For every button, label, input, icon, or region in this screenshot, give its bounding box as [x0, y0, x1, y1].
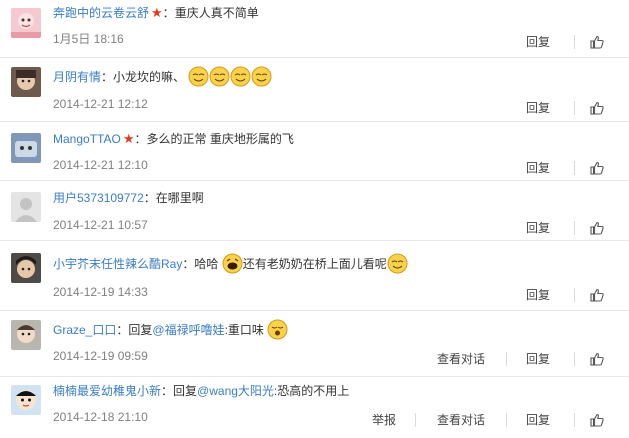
thumbs-up-icon[interactable] [590, 161, 604, 175]
reply-button[interactable]: 回复 [526, 220, 550, 236]
report-button[interactable]: 举报 [372, 412, 396, 428]
reply-prefix: 回复 [173, 384, 198, 398]
avatar[interactable] [11, 320, 41, 350]
comment-text: 多么的正常 重庆地形属的飞 [146, 132, 294, 146]
comment-text: 哈哈 [194, 257, 219, 271]
avatar[interactable] [11, 192, 41, 222]
reply-button[interactable]: 回复 [526, 412, 550, 428]
divider [574, 352, 575, 366]
comment-item: 小宇芥末任性辣么酷Ray：哈哈 还有老奶奶在桥上面儿看呢 2014-12-19 … [0, 241, 629, 311]
comment-text: 在哪里啊 [155, 191, 204, 205]
thumbs-up-icon[interactable] [590, 35, 604, 49]
colon: ： [162, 6, 175, 20]
laughing-emoji-icon [222, 253, 243, 274]
comment-item: 楠楠最爱幼稚鬼小新：回复@wang大阳光:恐高的不用上 2014-12-18 2… [0, 377, 629, 438]
colon: ： [182, 257, 195, 271]
thumbs-up-icon[interactable] [590, 413, 604, 427]
view-conversation-button[interactable]: 查看对话 [437, 412, 485, 428]
view-conversation-button[interactable]: 查看对话 [437, 351, 485, 367]
mention-link[interactable]: @wang大阳光 [197, 384, 274, 398]
username-link[interactable]: 小宇芥末任性辣么酷Ray [53, 257, 182, 271]
mention-link[interactable]: @福禄呼噜娃 [152, 323, 224, 337]
divider [574, 413, 575, 427]
comment-text: :恐高的不用上 [273, 384, 350, 398]
comment-line: 月阴有情：小龙坎的嘛、 [53, 66, 272, 87]
divider [506, 352, 507, 366]
username-link[interactable]: 用户5373109772 [53, 191, 144, 205]
divider [506, 413, 507, 427]
comment-item: 奔跑中的云卷云舒 ★：重庆人真不简单 1月5日 18:16 回复 [0, 0, 629, 58]
thumbs-up-icon[interactable] [590, 101, 604, 115]
reply-prefix: 回复 [128, 323, 153, 337]
username-link[interactable]: MangoTTAO [53, 132, 121, 146]
avatar[interactable] [11, 133, 41, 163]
smiley-emoji-icon [251, 66, 272, 87]
avatar[interactable] [11, 253, 41, 283]
red-star-icon: ★ [122, 131, 135, 146]
comment-text: 小龙坎的嘛、 [113, 70, 186, 84]
comment-date: 2014-12-21 10:57 [53, 218, 148, 232]
username-link[interactable]: 奔跑中的云卷云舒 [53, 6, 149, 20]
username-link[interactable]: 月阴有情 [53, 70, 101, 84]
reply-button[interactable]: 回复 [526, 160, 550, 176]
thumbs-up-icon[interactable] [590, 288, 604, 302]
colon: ： [161, 384, 174, 398]
username-link[interactable]: 楠楠最爱幼稚鬼小新 [53, 384, 161, 398]
comment-item: 月阴有情：小龙坎的嘛、 2014-12-21 12:12 回复 [0, 58, 629, 122]
comment-line: Graze_口口：回复@福禄呼噜娃:重口味 [53, 319, 288, 340]
thumbs-up-icon[interactable] [590, 221, 604, 235]
comment-date: 2014-12-21 12:12 [53, 97, 148, 111]
divider [574, 101, 575, 115]
comment-date: 2014-12-18 21:10 [53, 410, 148, 424]
comment-line: 用户5373109772：在哪里啊 [53, 189, 204, 207]
thumbs-up-icon[interactable] [590, 352, 604, 366]
smiley-emoji-icon [188, 66, 209, 87]
comment-date: 1月5日 18:16 [53, 32, 124, 46]
colon: ： [134, 132, 147, 146]
comment-text: 重庆人真不简单 [174, 6, 259, 20]
divider [415, 413, 416, 427]
red-star-icon: ★ [151, 5, 163, 20]
comment-text: 还有老奶奶在桥上面儿看呢 [242, 257, 387, 271]
comment-date: 2014-12-19 14:33 [53, 285, 148, 299]
comment-date: 2014-12-21 12:10 [53, 158, 148, 172]
comment-text: :重口味 [224, 323, 264, 337]
comment-line: 楠楠最爱幼稚鬼小新：回复@wang大阳光:恐高的不用上 [53, 382, 349, 400]
avatar[interactable] [11, 8, 41, 38]
yawning-emoji-icon [267, 319, 288, 340]
colon: ： [101, 70, 114, 84]
divider [574, 221, 575, 235]
username-link[interactable]: Graze_口口 [53, 323, 116, 337]
reply-button[interactable]: 回复 [526, 287, 550, 303]
divider [574, 161, 575, 175]
comment-date: 2014-12-19 09:59 [53, 349, 148, 363]
comment-line: MangoTTAO ★：多么的正常 重庆地形属的飞 [53, 130, 294, 148]
comment-item: 用户5373109772：在哪里啊 2014-12-21 10:57 回复 [0, 181, 629, 241]
reply-button[interactable]: 回复 [526, 34, 550, 50]
comment-item: Graze_口口：回复@福禄呼噜娃:重口味 2014-12-19 09:59 查… [0, 311, 629, 377]
colon: ： [143, 191, 156, 205]
avatar[interactable] [11, 385, 41, 415]
comment-item: MangoTTAO ★：多么的正常 重庆地形属的飞 2014-12-21 12:1… [0, 122, 629, 181]
smiley-emoji-icon [387, 253, 408, 274]
comment-line: 小宇芥末任性辣么酷Ray：哈哈 还有老奶奶在桥上面儿看呢 [53, 253, 408, 274]
comment-line: 奔跑中的云卷云舒 ★：重庆人真不简单 [53, 4, 259, 22]
divider [574, 35, 575, 49]
divider [574, 288, 575, 302]
reply-button[interactable]: 回复 [526, 100, 550, 116]
colon: ： [116, 323, 129, 337]
smiley-emoji-icon [209, 66, 230, 87]
smiley-emoji-icon [230, 66, 251, 87]
avatar[interactable] [11, 67, 41, 97]
reply-button[interactable]: 回复 [526, 351, 550, 367]
